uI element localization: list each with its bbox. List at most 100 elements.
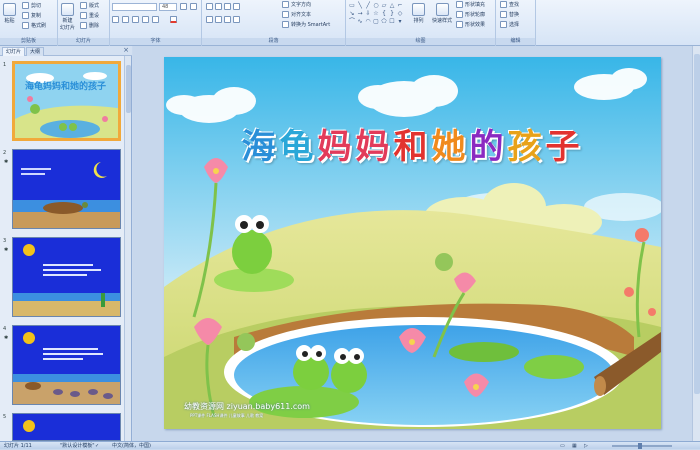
- slide-thumbnail-3[interactable]: 3 ✱: [0, 236, 125, 317]
- reset-icon: [80, 12, 87, 19]
- underline-button[interactable]: [132, 16, 139, 23]
- layout-icon: [80, 2, 87, 9]
- layout-button[interactable]: 版式: [80, 2, 99, 9]
- title-char: 海: [241, 127, 280, 167]
- tab-slides[interactable]: 幻灯片: [2, 47, 26, 56]
- shadow-button[interactable]: [152, 16, 159, 23]
- cut-button[interactable]: 剪切: [22, 2, 41, 9]
- slide-editor: 海龟妈妈和她的孩子 幼教资源网 ziyuan.baby611.com PPT课件…: [133, 46, 700, 441]
- align-buttons[interactable]: [206, 16, 240, 23]
- slide-number: 3: [3, 238, 7, 244]
- drawing-group: ▭ ╲ ╱ ○ ▱ △ ⌐ ↘ → ⇩ ☆{} ◇ ⌒ ∿ ◠ ▢ ⬠ ☐ ▾ 排列 快速样式 形状填充 形状轮…: [346, 0, 496, 46]
- delete-icon: [80, 22, 87, 29]
- close-icon[interactable]: ×: [123, 46, 129, 54]
- zoom-slider[interactable]: [612, 443, 672, 449]
- editing-group: 查找 替换 选择 编辑: [496, 0, 536, 46]
- clipboard-group: 粘贴 剪切 复制 格式刷 剪贴板: [0, 0, 58, 46]
- indent-icon: [224, 3, 231, 10]
- title-char: 子: [545, 127, 584, 167]
- slide-thumbnail-5[interactable]: 5: [0, 412, 125, 441]
- smartart-icon: [282, 21, 289, 28]
- font-size-combo[interactable]: 48: [159, 3, 177, 11]
- thumbnail-image: [12, 413, 121, 441]
- italic-button[interactable]: [122, 16, 129, 23]
- animation-icon[interactable]: ✱: [4, 247, 8, 253]
- watermark-text: 幼教资源网 ziyuan.baby611.com: [184, 402, 310, 411]
- slide-number: 2: [3, 150, 7, 156]
- copy-button[interactable]: 复制: [22, 12, 41, 19]
- slide-thumbnail-2[interactable]: 2 ✱: [0, 148, 125, 229]
- shadow-icon: [152, 16, 159, 23]
- editor-scrollbar[interactable]: [692, 46, 700, 441]
- panel-tabs: 幻灯片 大纲 ×: [0, 46, 132, 56]
- svg-text:海龟妈妈和她的孩子: 海龟妈妈和她的孩子: [25, 80, 106, 92]
- animation-icon[interactable]: ✱: [4, 335, 8, 341]
- ribbon: 粘贴 剪切 复制 格式刷 剪贴板 新建 幻灯片 版式 重设 删除 幻灯片 48 …: [0, 0, 700, 46]
- text-direction-icon: [282, 1, 289, 8]
- bold-button[interactable]: [112, 16, 119, 23]
- strikethrough-button[interactable]: [142, 16, 149, 23]
- status-bar: 幻灯片 1/11 "默认设计模板" ✓ 中文(简体，中国) ▭ ▦ ▷: [0, 441, 700, 449]
- shapes-gallery[interactable]: ▭ ╲ ╱ ○ ▱ △ ⌐ ↘ → ⇩ ☆{} ◇ ⌒ ∿ ◠ ▢ ⬠ ☐ ▾: [348, 2, 404, 34]
- thumbnail-image: [12, 149, 121, 229]
- format-painter-button[interactable]: 格式刷: [22, 22, 46, 29]
- reset-button[interactable]: 重设: [80, 12, 99, 19]
- title-char: 妈: [317, 127, 356, 167]
- font-color-button[interactable]: [170, 16, 177, 23]
- align-text-button[interactable]: 对齐文本: [282, 11, 311, 18]
- slide-thumbnail-4[interactable]: 4 ✱: [0, 324, 125, 405]
- bullets-button[interactable]: [206, 3, 240, 10]
- replace-button[interactable]: 替换: [500, 11, 519, 18]
- drawing-group-label: 绘图: [346, 38, 495, 45]
- title-char: 的: [469, 127, 508, 167]
- new-slide-icon: [61, 3, 74, 16]
- slide-title[interactable]: 海龟妈妈和她的孩子: [164, 119, 661, 168]
- convert-smartart-button[interactable]: 转换为 SmartArt: [282, 21, 330, 28]
- shrink-font-button[interactable]: [190, 3, 197, 10]
- scroll-thumb[interactable]: [126, 65, 131, 113]
- new-slide-button[interactable]: 新建 幻灯片: [60, 3, 75, 31]
- quick-styles-button[interactable]: 快速样式: [432, 3, 452, 24]
- find-icon: [500, 1, 507, 8]
- grow-font-button[interactable]: [180, 3, 187, 10]
- shape-effects-button[interactable]: 形状效果: [456, 21, 485, 28]
- outdent-icon: [233, 3, 240, 10]
- zoom-knob[interactable]: [638, 443, 642, 449]
- watermark-subtext: PPT课件 FLASH课件 儿童故事 儿歌 教案: [190, 413, 264, 418]
- bullets-icon: [206, 3, 213, 10]
- panel-scrollbar[interactable]: [124, 56, 131, 441]
- font-name-combo[interactable]: [112, 3, 157, 11]
- select-button[interactable]: 选择: [500, 21, 519, 28]
- tab-outline[interactable]: 大纲: [26, 47, 45, 56]
- animation-icon[interactable]: ✱: [4, 159, 8, 165]
- slide-canvas[interactable]: 海龟妈妈和她的孩子 幼教资源网 ziyuan.baby611.com PPT课件…: [164, 57, 661, 429]
- paste-button[interactable]: 粘贴: [3, 3, 16, 24]
- shape-fill-button[interactable]: 形状填充: [456, 1, 485, 8]
- slides-group: 新建 幻灯片 版式 重设 删除 幻灯片: [58, 0, 110, 46]
- brush-icon: [22, 22, 29, 29]
- copy-icon: [22, 12, 29, 19]
- title-char: 妈: [355, 127, 394, 167]
- slides-panel: 幻灯片 大纲 × 1 海龟妈妈和她的孩子 2 ✱ 3 ✱ 4 ✱ 5: [0, 46, 132, 441]
- title-char: 龟: [279, 127, 318, 167]
- slide-background: [164, 57, 661, 429]
- find-button[interactable]: 查找: [500, 1, 519, 8]
- numbering-icon: [215, 3, 222, 10]
- text-direction-button[interactable]: 文字方向: [282, 1, 311, 8]
- align-text-icon: [282, 11, 289, 18]
- shrink-font-icon: [190, 3, 197, 10]
- strikethrough-icon: [142, 16, 149, 23]
- align-center-icon: [215, 16, 222, 23]
- paragraph-group-label: 段落: [202, 38, 345, 45]
- effects-icon: [456, 21, 463, 28]
- slide-number: 1: [3, 62, 7, 68]
- shape-outline-button[interactable]: 形状轮廓: [456, 11, 485, 18]
- slide-thumbnail-1[interactable]: 1 海龟妈妈和她的孩子: [0, 60, 125, 141]
- arrange-icon: [412, 3, 425, 16]
- font-group-label: 字体: [110, 38, 201, 45]
- align-right-icon: [224, 16, 231, 23]
- scroll-thumb[interactable]: [694, 54, 700, 394]
- quick-styles-icon: [435, 3, 449, 16]
- delete-button[interactable]: 删除: [80, 22, 99, 29]
- arrange-button[interactable]: 排列: [412, 3, 425, 24]
